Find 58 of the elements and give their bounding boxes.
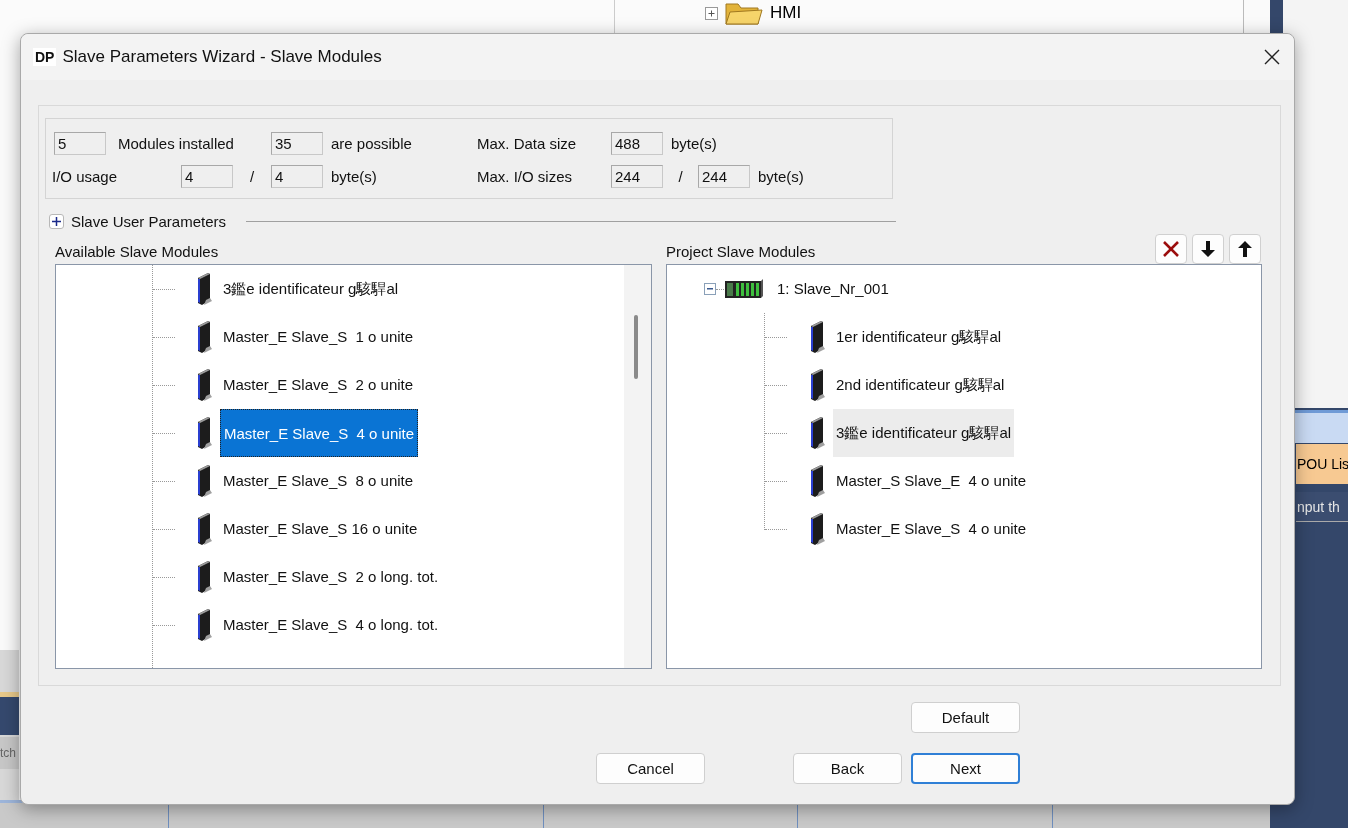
field-label: Modules installed xyxy=(117,135,235,152)
module-item[interactable]: Master_E Slave_S 1 o unite xyxy=(220,313,417,361)
rack-icon xyxy=(724,278,764,300)
collapse-icon[interactable] xyxy=(704,283,716,295)
value-field[interactable]: 244 xyxy=(611,165,663,188)
value-field[interactable]: 35 xyxy=(271,132,323,155)
module-item[interactable]: 2nd identificateur g駭駻al xyxy=(833,361,1008,409)
scrollbar[interactable] xyxy=(624,265,651,668)
close-icon[interactable] xyxy=(1264,49,1280,65)
module-item[interactable]: Master_E Slave_S 16 o unite xyxy=(220,505,421,553)
default-button[interactable]: Default xyxy=(911,702,1020,733)
delete-icon xyxy=(1162,240,1180,258)
value-field[interactable]: 244 xyxy=(698,165,750,188)
move-up-button[interactable] xyxy=(1229,234,1261,264)
arrow-down-icon xyxy=(1200,240,1216,258)
arrow-up-icon xyxy=(1237,240,1253,258)
value-field[interactable]: 488 xyxy=(611,132,663,155)
field-label: byte(s) xyxy=(670,135,718,152)
next-button[interactable]: Next xyxy=(911,753,1020,784)
field-label: Max. Data size xyxy=(477,135,578,152)
background-tab[interactable]: tch xyxy=(0,737,19,769)
app-logo: DP xyxy=(33,48,57,66)
list-title: Project Slave Modules xyxy=(666,243,816,260)
field-label: Max. I/O sizes xyxy=(477,168,574,185)
background-tab[interactable]: POU Lis xyxy=(1296,444,1348,484)
background-text: nput th xyxy=(1296,492,1348,522)
slave-node[interactable]: 1: Slave_Nr_001 xyxy=(774,265,892,313)
separator-text: / xyxy=(677,168,684,185)
module-item[interactable]: Master_S Slave_E 4 o unite xyxy=(833,457,1030,505)
module-item[interactable]: Master_E Slave_S 4 o unite xyxy=(833,505,1030,553)
field-label: byte(s) xyxy=(757,168,805,185)
value-field[interactable]: 5 xyxy=(54,132,106,155)
scrollbar-thumb[interactable] xyxy=(634,315,638,379)
module-item[interactable]: Master_E Slave_S 2 o long. tot. xyxy=(220,553,442,601)
back-button[interactable]: Back xyxy=(793,753,902,784)
separator-text: / xyxy=(248,168,256,185)
value-field[interactable]: 4 xyxy=(271,165,323,188)
module-item[interactable]: Master_E Slave_S 2 o unite xyxy=(220,361,417,409)
list-title: Available Slave Modules xyxy=(55,243,219,260)
accent-strip xyxy=(0,692,19,697)
field-label: I/O usage xyxy=(52,168,119,185)
field-label: byte(s) xyxy=(330,168,378,185)
field-label: are possible xyxy=(330,135,413,152)
section-label: Slave User Parameters xyxy=(71,213,227,230)
module-item[interactable]: 1er identificateur g駭駻al xyxy=(833,313,1005,361)
module-item[interactable]: Master_E Slave_S 8 o unite xyxy=(220,457,417,505)
window-title: Slave Parameters Wizard - Slave Modules xyxy=(62,47,382,67)
cancel-button[interactable]: Cancel xyxy=(596,753,705,784)
move-down-button[interactable] xyxy=(1192,234,1224,264)
tree-item[interactable]: HMI xyxy=(770,3,802,23)
module-item[interactable]: 3鑑e identificateur g駭駻al xyxy=(833,409,1015,457)
expand-button[interactable] xyxy=(49,214,64,229)
folder-icon xyxy=(724,0,764,26)
module-item[interactable]: Master_E Slave_S 4 o long. tot. xyxy=(220,601,442,649)
delete-button[interactable] xyxy=(1155,234,1187,264)
module-item[interactable]: 3鑑e identificateur g駭駻al xyxy=(220,265,402,313)
module-item[interactable]: Master_E Slave_S 4 o unite xyxy=(220,409,419,457)
value-field[interactable]: 4 xyxy=(181,165,233,188)
